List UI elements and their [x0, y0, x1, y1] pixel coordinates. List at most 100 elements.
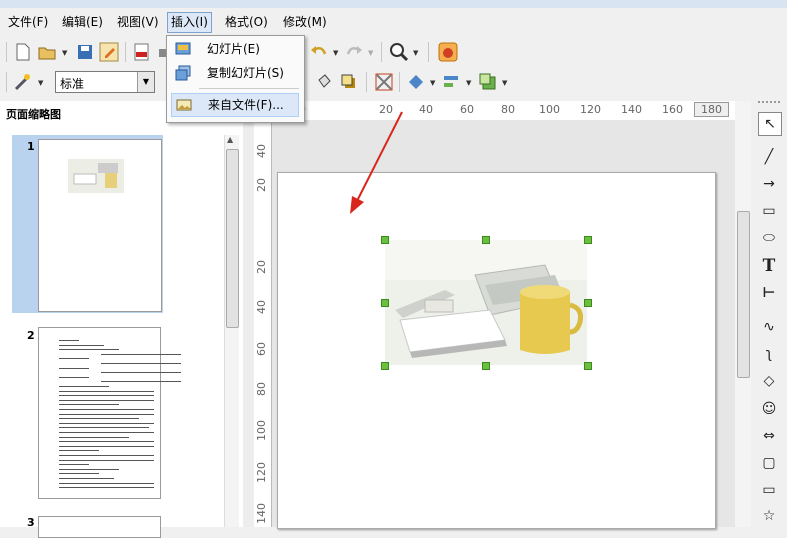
chevron-down-icon[interactable]: ▼ — [502, 79, 507, 87]
zoom-icon[interactable] — [388, 41, 410, 63]
menu-insert[interactable]: 插入(I) — [167, 12, 212, 33]
slide-thumb-1[interactable] — [38, 139, 162, 312]
vertical-ruler: 40 20 20 40 60 80 100 120 140 — [254, 120, 272, 527]
pane-splitter[interactable] — [243, 101, 253, 527]
chevron-down-icon[interactable]: ▼ — [62, 49, 67, 57]
menu-item-duplicate-slide[interactable]: 复制幻灯片(S) — [167, 62, 302, 84]
rectangle-icon[interactable]: ▭ — [758, 200, 780, 222]
slide-thumb-2[interactable] — [38, 327, 181, 499]
select-pointer-icon[interactable]: ↖ — [758, 112, 782, 136]
save-icon[interactable] — [74, 41, 96, 63]
connector-icon[interactable]: ʅ — [758, 343, 780, 365]
document-text-line — [101, 363, 181, 364]
coin-icon[interactable] — [437, 41, 459, 63]
arrow-line-icon[interactable]: → — [758, 173, 780, 195]
menu-file[interactable]: 文件(F) — [5, 13, 51, 32]
chevron-down-icon: ▼ — [368, 49, 374, 57]
undo-icon[interactable] — [308, 41, 330, 63]
document-text-line — [59, 395, 154, 397]
fill-bucket-icon[interactable] — [313, 71, 335, 93]
canvas-scrollbar[interactable] — [735, 101, 751, 527]
chevron-down-icon[interactable]: ▼ — [466, 79, 471, 87]
symbol-shapes-icon[interactable]: ☺ — [758, 398, 780, 420]
document-text-line — [59, 432, 154, 433]
export-pdf-icon[interactable] — [131, 41, 153, 63]
ruler-label: 40 — [255, 300, 268, 314]
chevron-down-icon[interactable]: ▼ — [413, 49, 418, 57]
ruler-label: 80 — [501, 103, 515, 116]
chevron-down-icon[interactable]: ▼ — [333, 49, 338, 57]
new-document-icon[interactable] — [12, 41, 34, 63]
flowchart-icon[interactable]: ▢ — [758, 452, 780, 474]
ruler-label: 60 — [460, 103, 474, 116]
vertical-text-icon[interactable]: ⊢ — [758, 282, 780, 304]
menu-bar: 文件(F) 编辑(E) 视图(V) 插入(I) 格式(O) 修改(M) — [0, 8, 787, 36]
menu-edit[interactable]: 编辑(E) — [59, 13, 106, 32]
line-tool-icon[interactable]: ╱ — [758, 146, 780, 168]
drawing-toolbar: ▼ 标准 ▼ ▼ ▼ ▼ — [0, 67, 787, 97]
document-text-line — [59, 464, 89, 466]
chevron-down-icon[interactable]: ▼ — [137, 72, 154, 92]
chevron-down-icon[interactable]: ▼ — [430, 79, 435, 87]
crop-icon[interactable] — [373, 71, 395, 93]
document-text-line — [59, 409, 154, 410]
document-text-line — [59, 386, 109, 387]
align-icon[interactable] — [441, 71, 463, 93]
resize-handle[interactable] — [381, 299, 389, 307]
curve-icon[interactable]: ∿ — [758, 316, 780, 338]
inserted-photo[interactable] — [385, 240, 587, 365]
document-text-line — [59, 358, 89, 360]
ruler-label: 40 — [419, 103, 433, 116]
photo-thumbnail — [68, 159, 124, 193]
resize-handle[interactable] — [584, 299, 592, 307]
document-text-line — [59, 473, 99, 475]
document-text-line — [59, 367, 89, 369]
scrollbar-thumb[interactable] — [737, 211, 750, 378]
resize-handle[interactable] — [584, 236, 592, 244]
document-text-line — [101, 372, 181, 374]
open-folder-icon[interactable] — [36, 41, 58, 63]
callouts-icon[interactable]: ▭ — [758, 479, 780, 501]
redo-icon[interactable] — [343, 41, 365, 63]
slide-thumb-3[interactable] — [38, 516, 161, 538]
resize-handle[interactable] — [381, 362, 389, 370]
rotate-icon[interactable] — [405, 71, 427, 93]
scrollbar-thumb[interactable] — [226, 149, 239, 328]
pane-scrollbar[interactable]: ▲ — [224, 135, 239, 527]
ellipse-icon[interactable]: ⬭ — [758, 227, 780, 249]
edit-file-icon[interactable] — [98, 41, 120, 63]
menu-divider — [199, 88, 299, 89]
text-tool-icon[interactable]: T — [758, 255, 780, 277]
basic-shapes-icon[interactable]: ◇ — [758, 370, 780, 392]
document-text-line — [59, 376, 89, 378]
document-text-line — [59, 478, 114, 479]
arrange-icon[interactable] — [477, 71, 499, 93]
resize-handle[interactable] — [482, 362, 490, 370]
menu-item-slide[interactable]: 幻灯片(E) — [167, 38, 302, 60]
menu-format[interactable]: 格式(O) — [222, 13, 271, 32]
shadow-icon[interactable] — [338, 71, 360, 93]
resize-handle[interactable] — [482, 236, 490, 244]
resize-handle[interactable] — [381, 236, 389, 244]
magic-wand-icon[interactable] — [12, 71, 34, 93]
document-text-line — [59, 450, 99, 452]
document-text-line — [101, 353, 181, 355]
chevron-down-icon[interactable]: ▼ — [38, 79, 43, 87]
menu-item-label: 来自文件(F)... — [208, 98, 284, 112]
document-text-line — [59, 413, 154, 415]
scroll-up-icon[interactable]: ▲ — [227, 135, 233, 144]
slide-pane-title: 页面缩略图 — [6, 108, 61, 121]
menu-item-from-file[interactable]: 来自文件(F)... — [171, 93, 299, 117]
stars-icon[interactable]: ☆ — [758, 505, 780, 527]
menu-item-label: 幻灯片(E) — [207, 42, 260, 56]
block-arrows-icon[interactable]: ⇔ — [758, 425, 780, 447]
insert-menu-dropdown: 幻灯片(E) 复制幻灯片(S) 来自文件(F)... — [166, 35, 305, 123]
menu-modify[interactable]: 修改(M) — [280, 13, 330, 32]
menu-view[interactable]: 视图(V) — [114, 13, 162, 32]
document-text-line — [59, 349, 119, 351]
resize-handle[interactable] — [584, 362, 592, 370]
style-select[interactable]: 标准 ▼ — [55, 71, 155, 93]
ruler-label: 20 — [255, 178, 268, 192]
ruler-label: 100 — [539, 103, 560, 116]
document-text-line — [59, 445, 154, 447]
